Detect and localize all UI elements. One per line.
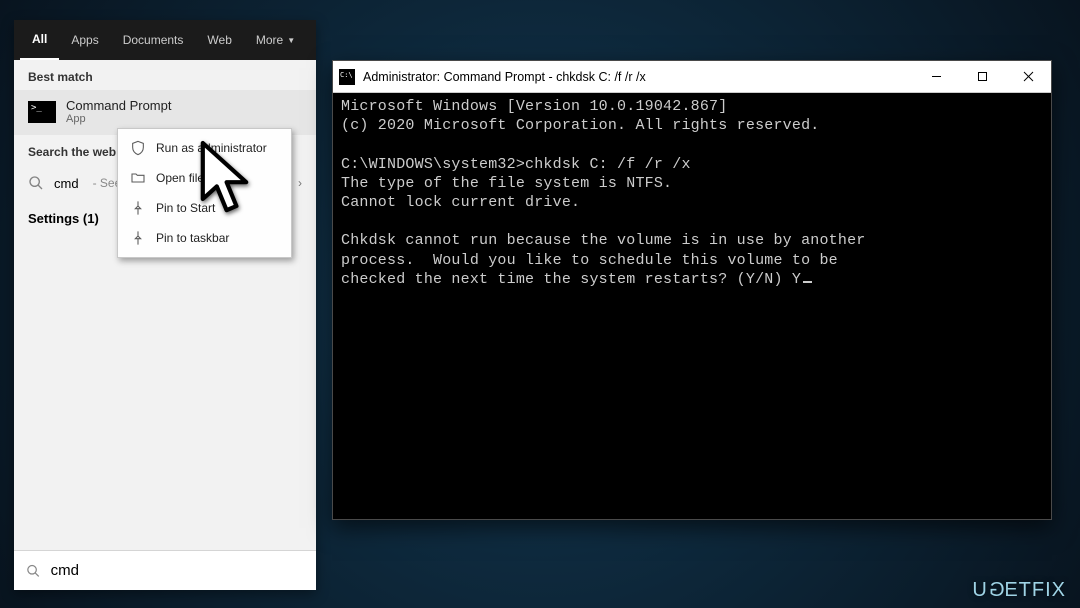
minimize-button[interactable] [913, 61, 959, 93]
start-search-panel: All Apps Documents Web More▼ Best match … [14, 20, 316, 590]
search-tabs: All Apps Documents Web More▼ [14, 20, 316, 60]
tab-all[interactable]: All [20, 20, 59, 60]
ctx-pin-start[interactable]: Pin to Start [118, 193, 291, 223]
tab-documents[interactable]: Documents [111, 20, 196, 60]
chevron-right-icon: › [298, 176, 302, 190]
close-button[interactable] [1005, 61, 1051, 93]
search-icon [26, 563, 41, 579]
best-match-subtitle: App [66, 113, 171, 125]
folder-icon [130, 170, 146, 186]
search-input[interactable] [51, 562, 304, 579]
console-output[interactable]: Microsoft Windows [Version 10.0.19042.86… [333, 93, 1051, 519]
best-match-title: Command Prompt [66, 98, 171, 113]
maximize-button[interactable] [959, 61, 1005, 93]
window-title: Administrator: Command Prompt - chkdsk C… [363, 70, 646, 84]
ctx-run-as-admin[interactable]: Run as administrator [118, 133, 291, 163]
best-match-label: Best match [14, 60, 316, 90]
command-prompt-window: Administrator: Command Prompt - chkdsk C… [332, 60, 1052, 520]
command-prompt-icon [28, 101, 56, 123]
tab-apps[interactable]: Apps [59, 20, 110, 60]
watermark: UGETFIX [972, 579, 1066, 602]
ctx-open-file-location[interactable]: Open file l [118, 163, 291, 193]
shield-icon [130, 140, 146, 156]
titlebar[interactable]: Administrator: Command Prompt - chkdsk C… [333, 61, 1051, 93]
pin-icon [130, 200, 146, 216]
web-query: cmd [54, 176, 79, 191]
search-icon [28, 175, 44, 191]
context-menu: Run as administrator Open file l Pin to … [117, 128, 292, 258]
cmd-titlebar-icon [339, 69, 355, 85]
ctx-pin-taskbar[interactable]: Pin to taskbar [118, 223, 291, 253]
search-box [14, 550, 316, 590]
text-cursor [803, 281, 812, 283]
pin-icon [130, 230, 146, 246]
window-controls [913, 61, 1051, 93]
chevron-down-icon: ▼ [287, 36, 295, 45]
tab-more[interactable]: More▼ [244, 20, 307, 60]
tab-web[interactable]: Web [195, 20, 243, 60]
